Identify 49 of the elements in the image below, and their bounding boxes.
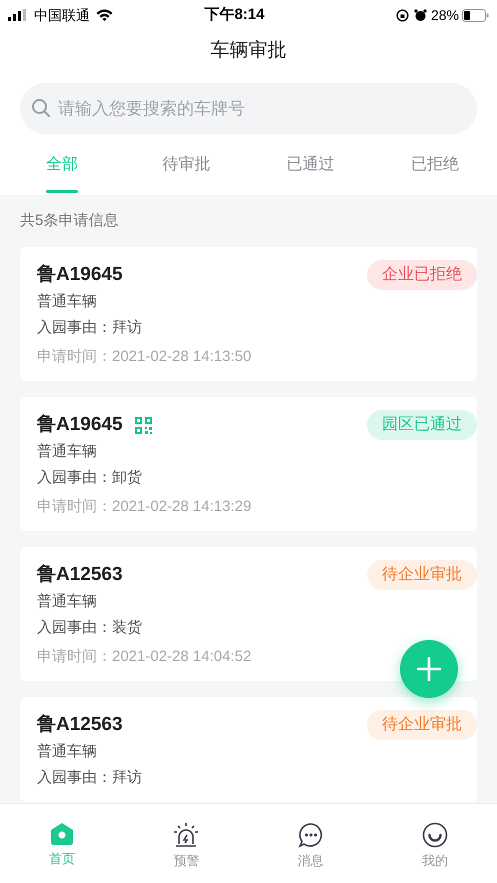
vehicle-type: 普通车辆 (37, 442, 98, 462)
nav-tab[interactable]: 预警 (124, 822, 248, 870)
filter-tab[interactable]: 已拒绝 (372, 134, 497, 195)
filter-tab[interactable]: 待审批 (124, 134, 248, 195)
search-icon (31, 98, 51, 118)
plate-number: 鲁A19645 (37, 262, 123, 287)
record-card[interactable]: 鲁A12563 待企业审批 普通车辆 入园事由：拜访 (20, 697, 477, 802)
battery-icon (462, 8, 489, 22)
siren-icon (173, 822, 200, 848)
vehicle-type: 普通车辆 (37, 592, 98, 612)
status-badge: 待企业审批 (367, 560, 477, 590)
home-icon (49, 822, 76, 846)
nav-tab[interactable]: 我的 (372, 822, 497, 870)
chat-icon (298, 822, 324, 848)
record-card[interactable]: 鲁A12563 待企业审批 普通车辆 入园事由：装货 申请时间：2021-02-28 14:04:52 (20, 547, 477, 681)
filter-tab[interactable]: 全部 (0, 134, 124, 195)
wifi-icon (96, 9, 113, 21)
clock-time: 下午8:14 (203, 4, 266, 25)
apply-time: 申请时间：2021-02-28 14:04:52 (37, 647, 252, 667)
vehicle-type: 普通车辆 (37, 292, 98, 312)
nav-tab[interactable]: 消息 (248, 822, 373, 870)
entry-reason: 入园事由：卸货 (37, 468, 143, 488)
search-field[interactable]: 请输入您要搜索的车牌号 (20, 83, 477, 134)
alarm-icon (414, 8, 427, 22)
plate-number: 鲁A12563 (37, 562, 123, 587)
summary-text: 共5条申请信息 (20, 210, 120, 231)
page-title: 车辆审批 (210, 38, 286, 63)
entry-reason: 入园事由：拜访 (37, 768, 143, 788)
status-badge: 待企业审批 (367, 710, 477, 740)
status-badge: 园区已通过 (367, 410, 477, 440)
record-card[interactable]: 鲁A19645 园区已通过 普通车辆 入园事由：卸货 申请时间：2021-02-28 14:13:29 (20, 397, 477, 531)
apply-time: 申请时间：2021-02-28 14:13:50 (37, 347, 252, 367)
qr-code-icon[interactable] (134, 416, 152, 434)
plus-icon (417, 657, 441, 681)
rotation-lock-icon (396, 8, 409, 22)
battery-percent: 28% (430, 6, 459, 24)
vehicle-type: 普通车辆 (37, 742, 98, 762)
filter-tab[interactable]: 已通过 (248, 134, 373, 195)
plate-number: 鲁A12563 (37, 712, 123, 737)
status-badge: 企业已拒绝 (367, 260, 477, 290)
carrier-name: 中国联通 (34, 6, 90, 24)
record-card[interactable]: 鲁A19645 企业已拒绝 普通车辆 入园事由：拜访 申请时间：2021-02-28 14:13:50 (20, 247, 477, 381)
entry-reason: 入园事由：拜访 (37, 318, 143, 338)
plate-number: 鲁A19645 (37, 412, 123, 437)
signal-icon (8, 9, 28, 21)
smiley-icon (422, 822, 448, 848)
nav-tab[interactable]: 首页 (0, 822, 124, 868)
entry-reason: 入园事由：装货 (37, 618, 143, 638)
apply-time: 申请时间：2021-02-28 14:13:29 (37, 497, 252, 517)
